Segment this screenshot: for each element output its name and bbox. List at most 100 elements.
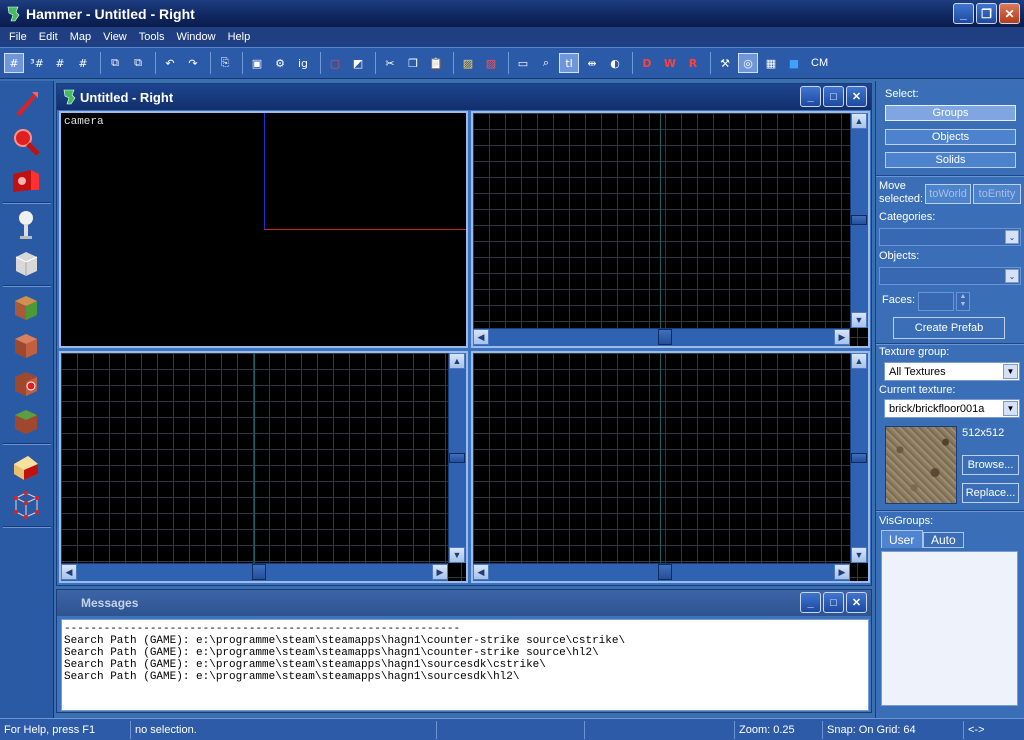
redo-icon[interactable]: ↷ xyxy=(183,53,203,73)
browse-button[interactable]: Browse... xyxy=(962,455,1019,475)
map-close-button[interactable]: ✕ xyxy=(846,86,867,107)
scroll-thumb[interactable] xyxy=(449,453,465,463)
texture-lock-icon[interactable]: ⚙ xyxy=(270,53,290,73)
cut-icon[interactable]: ✂ xyxy=(380,53,400,73)
texture-group-select[interactable]: All Textures ▼ xyxy=(884,362,1020,381)
align-icon[interactable]: ⇹ xyxy=(582,53,602,73)
texture-application-tool-icon[interactable] xyxy=(6,289,46,325)
move-mode-icon[interactable]: ■ xyxy=(784,53,804,73)
menu-file[interactable]: File xyxy=(3,31,33,43)
to-entity-button[interactable]: toEntity xyxy=(973,184,1021,204)
camera-view[interactable]: camera xyxy=(59,111,468,348)
scroll-up-button[interactable]: ▲ xyxy=(449,353,465,369)
ignore-groups-icon[interactable]: ig xyxy=(293,53,313,73)
cordon-icon[interactable]: ⚒ xyxy=(715,53,735,73)
select-objects-button[interactable]: Objects xyxy=(885,129,1016,145)
2d-view-top-right[interactable]: ▲ ▼ ◀ ▶ xyxy=(471,111,870,348)
scroll-left-button[interactable]: ◀ xyxy=(61,564,77,580)
scroll-down-button[interactable]: ▼ xyxy=(449,547,465,563)
scroll-up-button[interactable]: ▲ xyxy=(851,113,867,129)
vertical-scrollbar[interactable]: ▲ ▼ xyxy=(448,353,466,563)
entity-tool-icon[interactable] xyxy=(6,207,46,243)
clipping-tool-icon[interactable] xyxy=(6,448,46,484)
scroll-down-button[interactable]: ▼ xyxy=(851,312,867,328)
current-texture-select[interactable]: brick/brickfloor001a ▼ xyxy=(884,399,1020,418)
scroll-right-button[interactable]: ▶ xyxy=(834,329,850,345)
vertical-scrollbar[interactable]: ▲ ▼ xyxy=(850,113,868,328)
chevron-down-icon[interactable]: ⌄ xyxy=(1005,269,1019,283)
chevron-down-icon[interactable]: ⌄ xyxy=(1005,230,1019,244)
2d-view-bottom-left[interactable]: ▲ ▼ ◀ ▶ xyxy=(59,351,468,583)
messages-log[interactable]: ----------------------------------------… xyxy=(61,619,869,711)
select-all-icon[interactable]: ▣ xyxy=(247,53,267,73)
show-all-icon[interactable]: ◩ xyxy=(348,53,368,73)
scroll-thumb[interactable] xyxy=(658,329,672,345)
map-maximize-button[interactable]: □ xyxy=(823,86,844,107)
visgroups-list[interactable] xyxy=(881,551,1018,706)
group-icon[interactable]: ⧉ xyxy=(128,53,148,73)
grid-toggle-icon[interactable]: # xyxy=(4,53,24,73)
2d-view-bottom-right[interactable]: ▲ ▼ ◀ ▶ xyxy=(471,351,870,583)
carve-icon[interactable]: ⧉ xyxy=(105,53,125,73)
decal-tool-icon[interactable] xyxy=(6,365,46,401)
camera-tool-icon[interactable] xyxy=(6,162,46,198)
display-render-icon[interactable]: R xyxy=(683,53,703,73)
menu-help[interactable]: Help xyxy=(222,31,257,43)
scroll-up-button[interactable]: ▲ xyxy=(851,353,867,369)
scroll-thumb[interactable] xyxy=(851,453,867,463)
block-tool-icon[interactable] xyxy=(6,245,46,281)
vertical-scrollbar[interactable]: ▲ ▼ xyxy=(850,353,868,563)
magnify-icon[interactable]: ⌕ xyxy=(536,53,556,73)
replace-button[interactable]: Replace... xyxy=(962,483,1019,503)
2d-view-icon[interactable]: ▭ xyxy=(513,53,533,73)
texture-preview[interactable] xyxy=(885,426,957,504)
scroll-thumb[interactable] xyxy=(658,564,672,580)
messages-maximize-button[interactable]: □ xyxy=(823,592,844,613)
hatch-icon[interactable]: ▦ xyxy=(761,53,781,73)
horizontal-scrollbar[interactable]: ◀ ▶ xyxy=(473,328,850,346)
scroll-left-button[interactable]: ◀ xyxy=(473,329,489,345)
horizontal-scrollbar[interactable]: ◀ ▶ xyxy=(473,563,850,581)
3d-grid-icon[interactable]: ³# xyxy=(27,53,47,73)
chevron-down-icon[interactable]: ▼ xyxy=(1003,401,1018,416)
objects-dropdown[interactable]: ⌄ xyxy=(879,267,1021,285)
menu-window[interactable]: Window xyxy=(170,31,221,43)
overlay-tool-icon[interactable] xyxy=(6,403,46,439)
menu-map[interactable]: Map xyxy=(64,31,97,43)
apply-texture-tool-icon[interactable] xyxy=(6,327,46,363)
undo-icon[interactable]: ↶ xyxy=(160,53,180,73)
toolsnap-icon[interactable]: ▨ xyxy=(458,53,478,73)
texture-app-icon[interactable]: tl xyxy=(559,53,579,73)
messages-minimize-button[interactable]: _ xyxy=(800,592,821,613)
faces-input[interactable] xyxy=(918,292,954,311)
helpers-icon[interactable]: ◎ xyxy=(738,53,758,73)
entity-report-icon[interactable]: ◐ xyxy=(605,53,625,73)
map-minimize-button[interactable]: _ xyxy=(800,86,821,107)
selection-tool-icon[interactable] xyxy=(6,86,46,122)
scroll-left-button[interactable]: ◀ xyxy=(473,564,489,580)
smaller-grid-icon[interactable]: # xyxy=(50,53,70,73)
minimize-button[interactable]: _ xyxy=(953,3,974,24)
close-button[interactable]: ✕ xyxy=(999,3,1020,24)
scroll-thumb[interactable] xyxy=(252,564,266,580)
menu-tools[interactable]: Tools xyxy=(133,31,171,43)
copy-icon[interactable]: ❐ xyxy=(403,53,423,73)
scroll-thumb[interactable] xyxy=(851,215,867,225)
messages-close-button[interactable]: ✕ xyxy=(846,592,867,613)
horizontal-scrollbar[interactable]: ◀ ▶ xyxy=(61,563,448,581)
paste-icon[interactable]: 📋 xyxy=(426,53,446,73)
tab-auto[interactable]: Auto xyxy=(923,532,964,548)
scroll-right-button[interactable]: ▶ xyxy=(432,564,448,580)
categories-dropdown[interactable]: ⌄ xyxy=(879,228,1021,246)
paste-special-icon[interactable]: ⎘ xyxy=(215,53,235,73)
menu-edit[interactable]: Edit xyxy=(33,31,64,43)
hide-selected-icon[interactable]: ▢ xyxy=(325,53,345,73)
vertex-tool-icon[interactable] xyxy=(6,486,46,522)
restore-button[interactable]: ❐ xyxy=(976,3,997,24)
scroll-right-button[interactable]: ▶ xyxy=(834,564,850,580)
cm-button[interactable]: CM xyxy=(811,57,828,69)
toolsnap-red-icon[interactable]: ▨ xyxy=(481,53,501,73)
faces-spinner[interactable]: ▲ ▼ xyxy=(956,292,970,311)
magnify-tool-icon[interactable] xyxy=(6,124,46,160)
select-groups-button[interactable]: Groups xyxy=(885,105,1016,121)
